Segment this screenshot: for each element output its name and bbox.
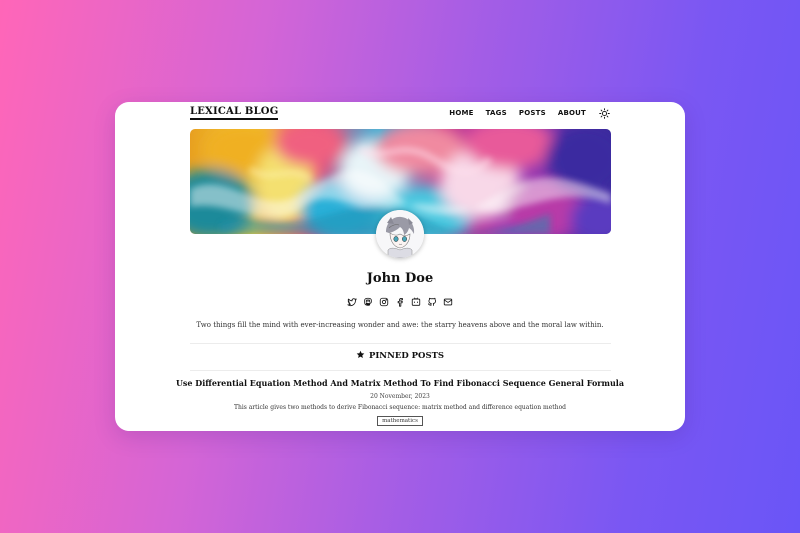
browser-window: LEXICAL BLOG HOME TAGS POSTS ABOUT John …: [115, 102, 685, 431]
facebook-icon[interactable]: [395, 297, 405, 307]
bilibili-icon[interactable]: [411, 297, 421, 307]
nav-about[interactable]: ABOUT: [558, 109, 586, 117]
social-links: [115, 297, 685, 307]
pinned-posts-heading: PINNED POSTS: [115, 350, 685, 362]
profile-name: John Doe: [366, 271, 434, 286]
pinned-posts-label: PINNED POSTS: [368, 351, 445, 361]
twitter-icon[interactable]: [347, 297, 357, 307]
nav-posts[interactable]: POSTS: [519, 109, 546, 117]
mastodon-icon[interactable]: [363, 297, 373, 307]
divider: [190, 343, 611, 344]
tag-mathematics[interactable]: mathematics: [377, 416, 423, 426]
post-date: 20 November, 2023: [370, 393, 430, 400]
instagram-icon[interactable]: [379, 297, 389, 307]
sun-icon[interactable]: [598, 107, 610, 119]
profile-bio: Two things fill the mind with ever-incre…: [196, 321, 604, 329]
nav-home[interactable]: HOME: [449, 109, 473, 117]
email-icon[interactable]: [443, 297, 453, 307]
post-tags: mathematics: [115, 416, 685, 426]
site-logo[interactable]: LEXICAL BLOG: [190, 106, 279, 120]
github-icon[interactable]: [427, 297, 437, 307]
divider: [190, 370, 611, 371]
post-title-link[interactable]: Use Differential Equation Method And Mat…: [115, 378, 685, 388]
main-nav: HOME TAGS POSTS ABOUT: [449, 107, 610, 119]
star-icon: [356, 350, 365, 362]
nav-tags[interactable]: TAGS: [486, 109, 507, 117]
post-excerpt: This article gives two methods to derive…: [233, 404, 567, 411]
header: LEXICAL BLOG HOME TAGS POSTS ABOUT: [190, 104, 610, 128]
avatar: [376, 210, 424, 258]
